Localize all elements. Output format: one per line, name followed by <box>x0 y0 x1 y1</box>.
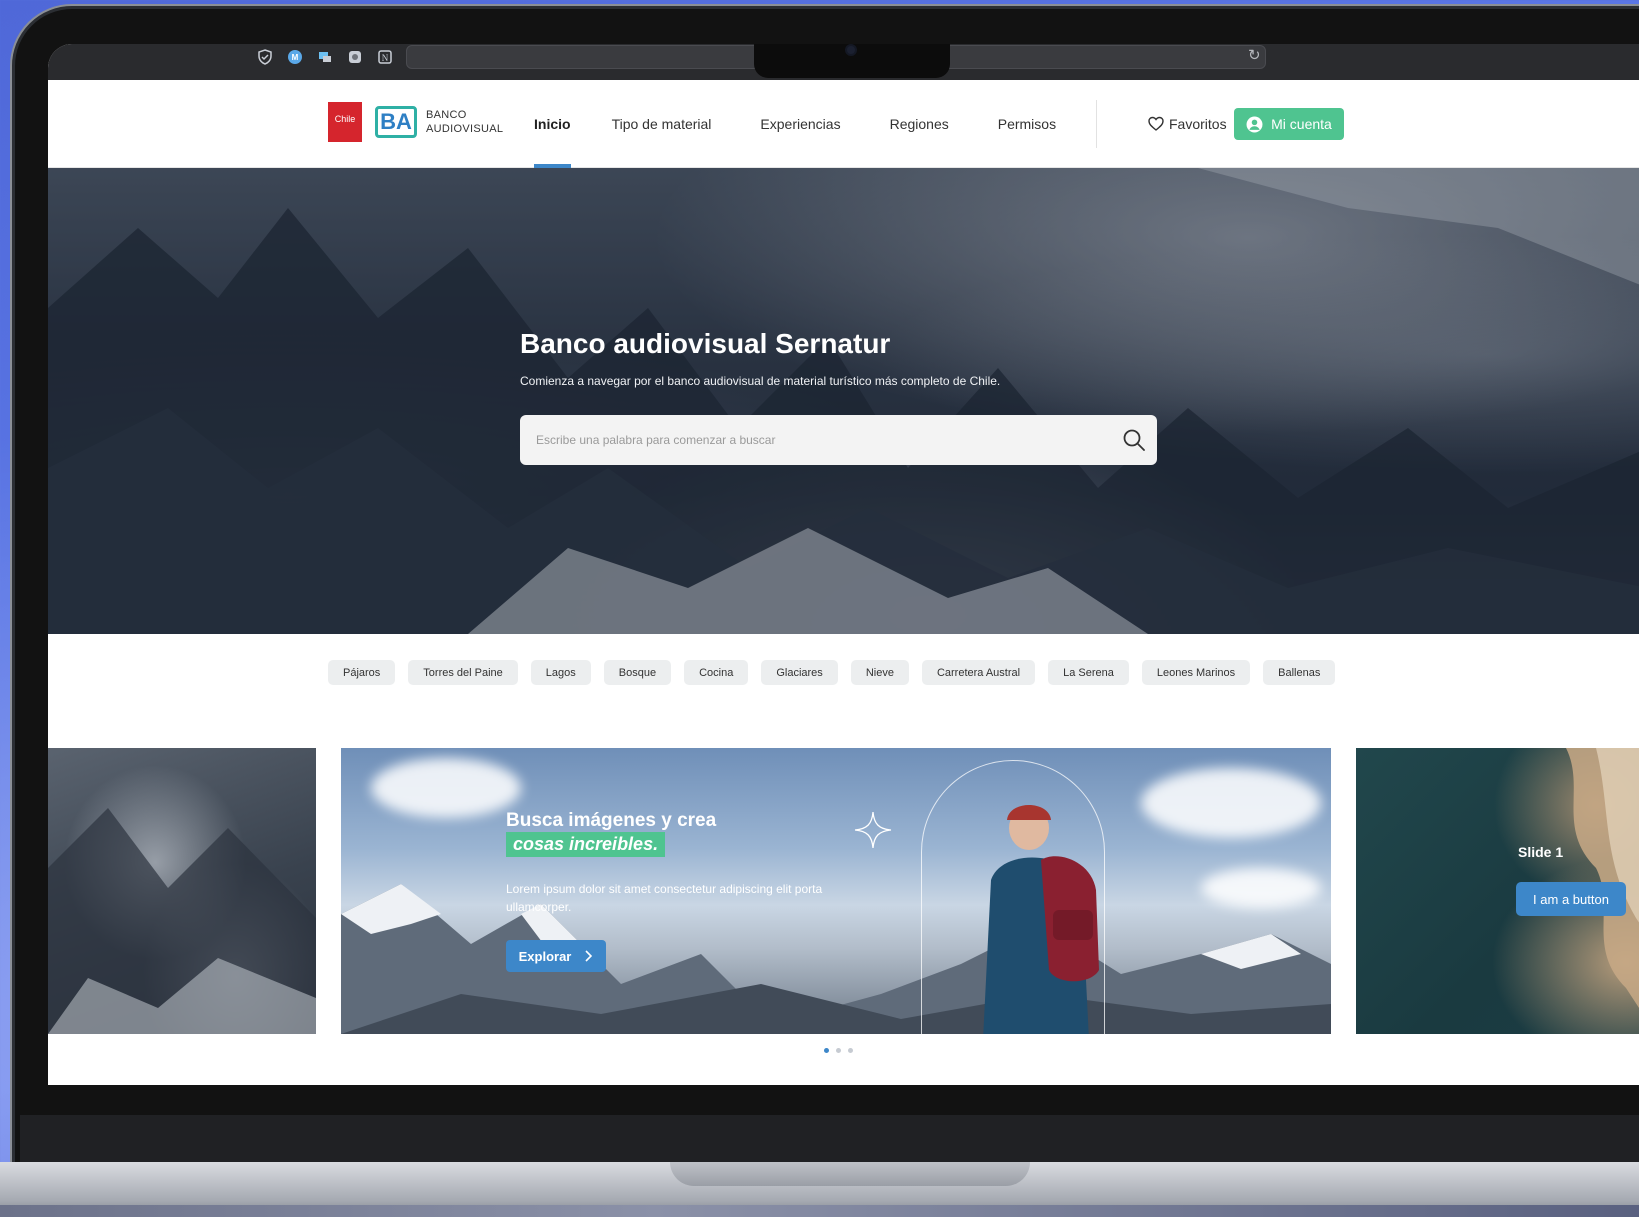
chip-lagos[interactable]: Lagos <box>530 660 591 685</box>
promo-title: Busca imágenes y crea <box>506 810 717 831</box>
cloud-shape <box>371 758 521 818</box>
hero-title: Banco audiovisual Sernatur <box>520 328 891 359</box>
favorites-label: Favoritos <box>1169 116 1227 132</box>
promo-highlight: cosas increibles. <box>506 832 666 857</box>
svg-text:M: M <box>291 53 298 62</box>
laptop-base-foot <box>0 1205 1639 1217</box>
logo-wordmark: BANCO AUDIOVISUAL <box>426 108 503 136</box>
mountain-landscape <box>341 884 1331 1034</box>
explore-button[interactable]: Explorar <box>506 940 606 972</box>
my-account-button[interactable]: Mi cuenta <box>1234 108 1344 140</box>
carousel-dot-1[interactable] <box>824 1048 829 1053</box>
nav-regiones[interactable]: Regiones <box>890 80 949 168</box>
banco-audiovisual-logo-mark[interactable]: BA <box>375 106 417 138</box>
chip-bosque[interactable]: Bosque <box>603 660 672 685</box>
main-nav: Inicio Tipo de material Experiencias Reg… <box>534 80 1056 168</box>
logo-line-1: BANCO <box>426 109 467 121</box>
site-header: Chile BA BANCO AUDIOVISUAL Inicio Tipo d… <box>48 80 1639 168</box>
chip-ballenas[interactable]: Ballenas <box>1263 660 1336 685</box>
slide-button[interactable]: I am a button <box>1516 882 1626 916</box>
sparkle-icon <box>854 811 892 849</box>
hiker-figure <box>983 805 1099 1034</box>
chip-torres-del-paine[interactable]: Torres del Paine <box>408 660 518 685</box>
hero-overlay <box>48 168 1639 634</box>
tag-chips: Pájaros Torres del Paine Lagos Bosque Co… <box>328 660 1336 685</box>
browser-toolbar: M N ↻ <box>48 44 1639 80</box>
window-icon[interactable] <box>316 48 333 65</box>
carousel-dot-2[interactable] <box>836 1048 841 1053</box>
promo-text: Lorem ipsum dolor sit amet consectetur a… <box>506 882 823 914</box>
m-icon[interactable]: M <box>286 48 303 65</box>
reload-icon[interactable]: ↻ <box>1248 47 1261 65</box>
user-icon <box>1246 116 1263 132</box>
laptop-screen: M N ↻ Chile BA BANCO AUDIOVISUAL Inicio <box>48 44 1639 1085</box>
laptop-bottom-bezel <box>20 1115 1639 1163</box>
camera-notch <box>754 44 950 78</box>
chip-nieve[interactable]: Nieve <box>850 660 909 685</box>
laptop-base-notch <box>670 1162 1030 1186</box>
chip-la-serena[interactable]: La Serena <box>1048 660 1129 685</box>
my-account-label: Mi cuenta <box>1271 116 1332 132</box>
camera-icon <box>845 44 857 56</box>
notion-icon[interactable]: N <box>376 48 393 65</box>
chip-pajaros[interactable]: Pájaros <box>328 660 396 685</box>
hero-banner: Banco audiovisual Sernatur Comienza a na… <box>48 168 1639 634</box>
carousel-slide-active[interactable]: Busca imágenes y crea cosas increibles. … <box>341 748 1331 1034</box>
carousel-slide-previous[interactable] <box>48 748 316 1034</box>
carousel-slide-next[interactable]: Slide 1 I am a button <box>1356 748 1639 1034</box>
chip-leones-marinos[interactable]: Leones Marinos <box>1141 660 1251 685</box>
chip-glaciares[interactable]: Glaciares <box>761 660 838 685</box>
chip-carretera-austral[interactable]: Carretera Austral <box>921 660 1036 685</box>
carousel-dot-3[interactable] <box>848 1048 853 1053</box>
nav-inicio[interactable]: Inicio <box>534 80 571 168</box>
hero-subtitle: Comienza a navegar por el banco audiovis… <box>520 374 1001 388</box>
extension-icons: M N <box>256 48 393 65</box>
nav-divider <box>1096 100 1097 148</box>
shield-icon[interactable] <box>256 48 273 65</box>
explore-label: Explorar <box>518 948 572 964</box>
previous-slide-image <box>48 808 316 1034</box>
nav-experiencias[interactable]: Experiencias <box>760 80 840 168</box>
carousel-dots <box>824 1048 853 1053</box>
nav-permisos[interactable]: Permisos <box>998 80 1056 168</box>
search-icon[interactable] <box>1122 428 1146 452</box>
cloud-shape <box>1141 768 1321 838</box>
slide-label: Slide 1 <box>1518 844 1564 860</box>
svg-text:N: N <box>381 53 388 63</box>
logo-line-2: AUDIOVISUAL <box>426 123 504 135</box>
nav-tipo-de-material[interactable]: Tipo de material <box>612 80 712 168</box>
chevron-right-icon <box>585 950 593 962</box>
record-icon[interactable] <box>346 48 363 65</box>
favorites-link[interactable]: Favoritos <box>1148 110 1227 138</box>
search-input[interactable] <box>520 415 1157 465</box>
heart-icon <box>1148 116 1164 131</box>
chile-logo[interactable]: Chile <box>328 102 362 142</box>
chip-cocina[interactable]: Cocina <box>684 660 749 685</box>
